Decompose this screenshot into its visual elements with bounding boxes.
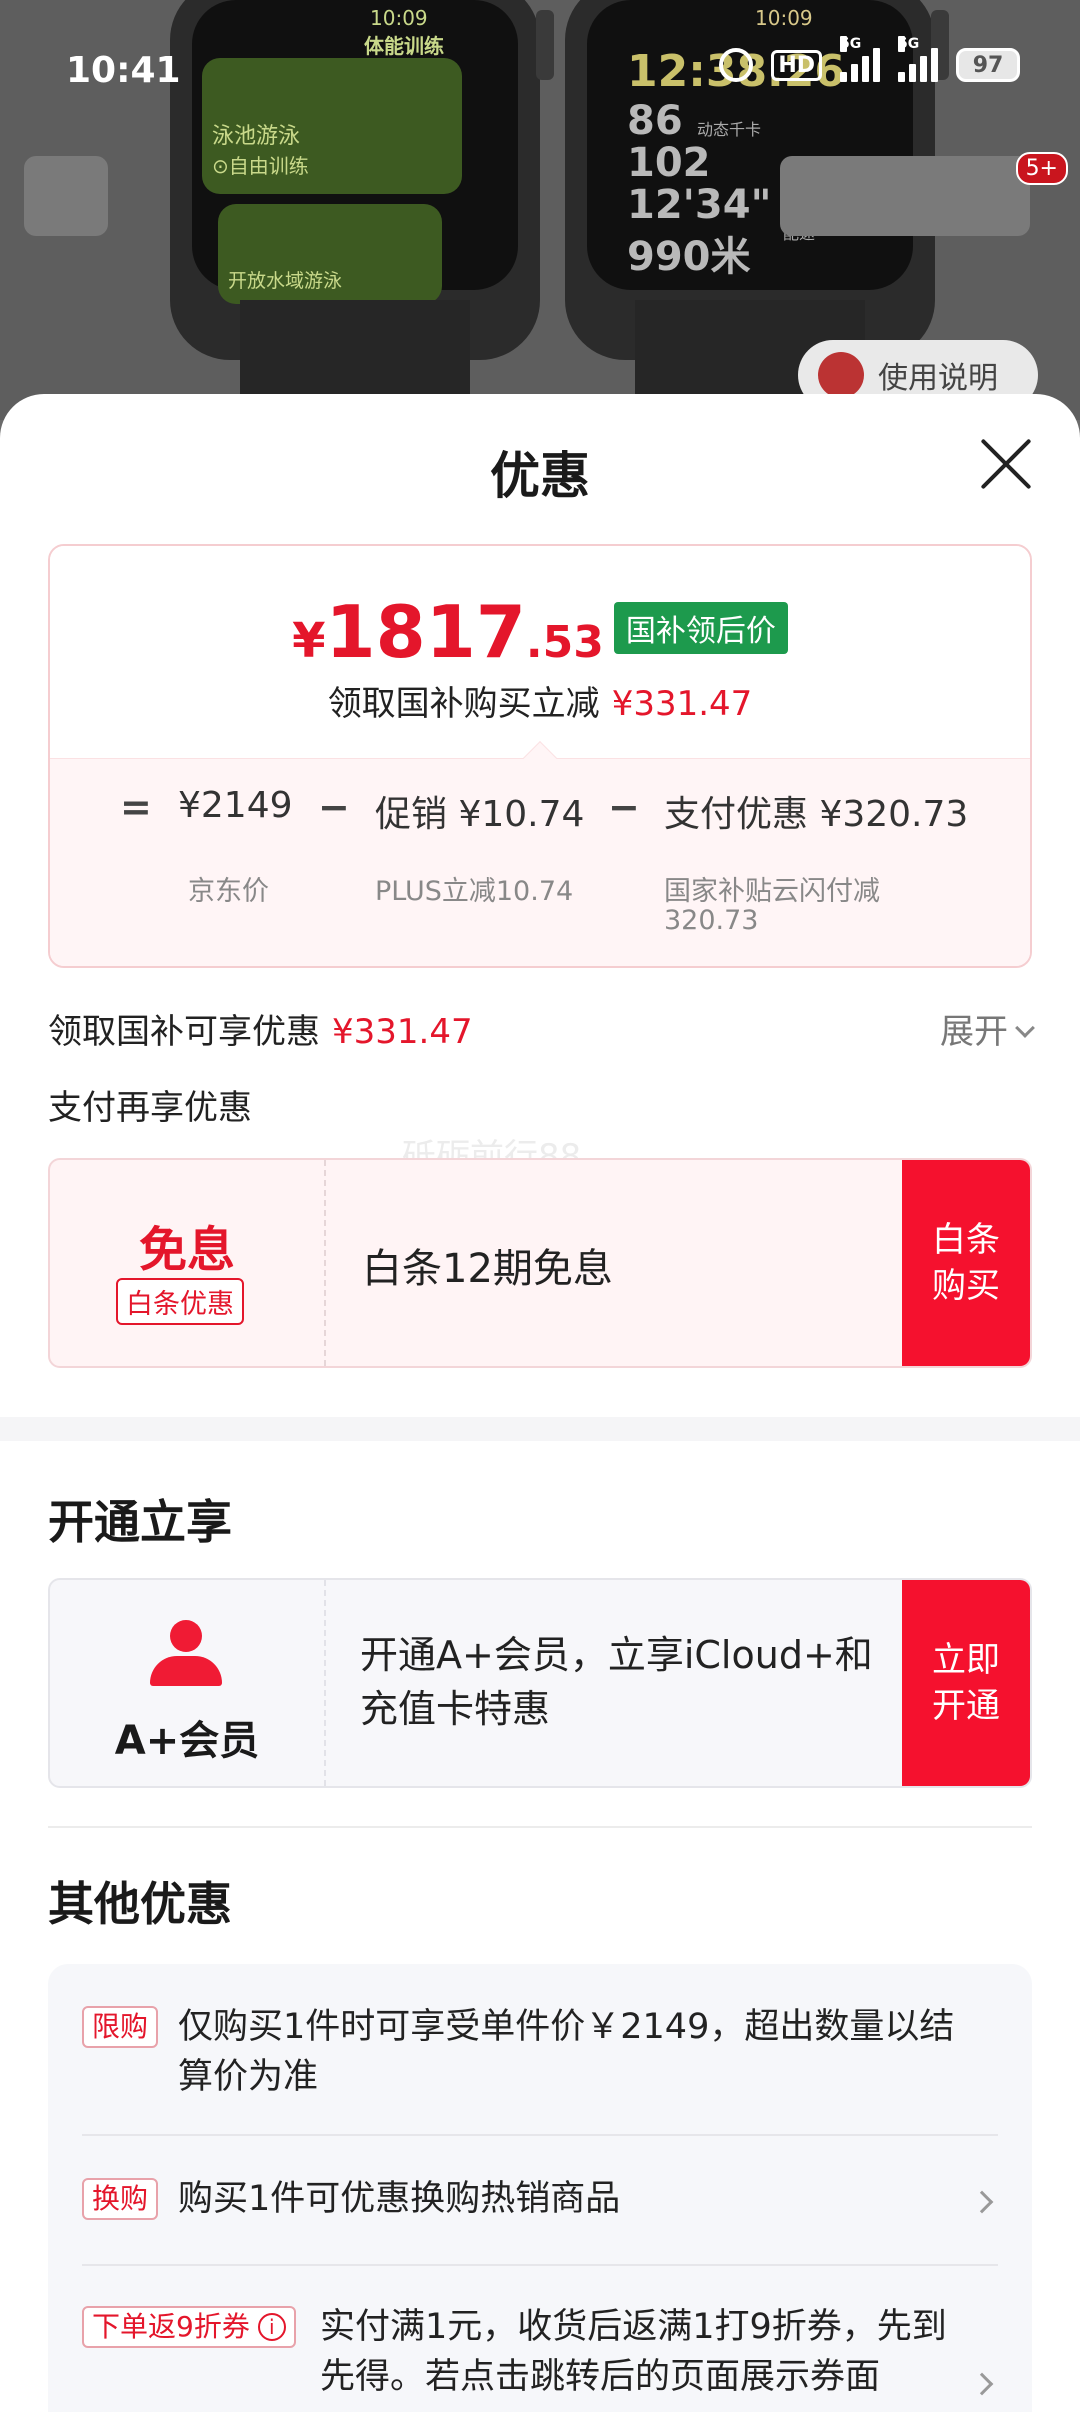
jd-price-value: ¥2149 — [178, 785, 293, 826]
list-item[interactable]: 换购 购买1件可优惠换购热销商品 — [82, 2174, 998, 2234]
price-formula: = ¥2149 京东价 − 促销 ¥10.74 PLUS立减10.74 − 支付… — [50, 758, 1030, 966]
chevron-right-icon — [970, 2372, 994, 2396]
list-item: 限购 仅购买1件时可享受单件价￥2149，超出数量以结算价为准 — [82, 2002, 998, 2102]
watch1-tile-2: 开放水域游泳 — [218, 204, 442, 304]
jd-price-label: 京东价 — [188, 876, 269, 907]
baitiao-text: 白条12期免息 — [362, 1246, 613, 1292]
membership-text: 开通A+会员，立享iCloud+和充值卡特惠 — [360, 1633, 873, 1731]
other-offers-list: 限购 仅购买1件时可享受单件价￥2149，超出数量以结算价为准 换购 购买1件可… — [48, 1964, 1032, 2412]
baitiao-main: 免息 — [138, 1222, 235, 1278]
membership-coupon: A+会员 开通A+会员，立享iCloud+和充值卡特惠 立即开通 — [48, 1578, 1032, 1788]
back-button-bg — [24, 156, 108, 236]
offer-tag: 下单返9折券 i — [82, 2306, 296, 2348]
cart-badge: 5+ — [1015, 152, 1068, 185]
equals-sign: = — [120, 785, 152, 829]
pay-discount-value: 支付优惠 ¥320.73 — [664, 794, 969, 835]
close-icon[interactable] — [976, 434, 1036, 494]
promo-label: PLUS立减10.74 — [375, 876, 574, 907]
minus-sign-2: − — [608, 785, 640, 829]
subsidy-row: 领取国补可享优惠 ¥331.47 — [48, 1012, 473, 1052]
chevron-right-icon — [970, 2190, 994, 2214]
baitiao-tag: 白条优惠 — [116, 1278, 244, 1325]
baitiao-coupon: 免息 白条优惠 白条12期免息 白条购买 — [48, 1158, 1032, 1368]
other-section-title: 其他优惠 — [48, 1877, 232, 1931]
open-membership-button[interactable]: 立即开通 — [902, 1580, 1030, 1786]
list-item[interactable]: 下单返9折券 i 实付满1元，收货后返满1打9折券，先到先得。若点击跳转后的页面展… — [82, 2302, 998, 2412]
status-bar: 10:41 HD 5G 5G 97 — [0, 0, 1080, 140]
pay-more-label: 支付再享优惠 — [48, 1088, 252, 1128]
chevron-down-icon — [1015, 1018, 1035, 1038]
alarm-icon — [719, 48, 754, 82]
open-section-title: 开通立享 — [48, 1495, 232, 1549]
member-icon — [150, 1620, 222, 1686]
final-price: ¥1817.53 国补领后价 — [50, 590, 1030, 674]
battery-icon: 97 — [956, 48, 1020, 82]
baitiao-buy-button[interactable]: 白条购买 — [902, 1160, 1030, 1366]
signal-icon: 5G — [840, 36, 880, 82]
subsidy-price-tag: 国补领后价 — [613, 602, 788, 654]
sheet-title: 优惠 — [490, 447, 590, 505]
offer-text: 实付满1元，收货后返满1打9折券，先到先得。若点击跳转后的页面展示券面 — [320, 2307, 947, 2397]
promo-value: 促销 ¥10.74 — [375, 794, 585, 835]
price-subtitle: 领取国补购买立减 ¥331.47 — [327, 684, 753, 724]
signal-icon-2: 5G — [898, 36, 938, 82]
info-icon[interactable]: i — [257, 2313, 286, 2341]
offer-tag: 换购 — [82, 2178, 159, 2220]
minus-sign: − — [318, 785, 350, 829]
membership-label: A+会员 — [114, 1718, 260, 1764]
offer-text: 仅购买1件时可享受单件价￥2149，超出数量以结算价为准 — [178, 2007, 955, 2097]
discount-sheet: 优惠 ¥1817.53 国补领后价 领取国补购买立减 ¥331.47 = ¥2149… — [0, 394, 1080, 2412]
top-actions-bg — [780, 156, 1030, 236]
offer-text: 购买1件可优惠换购热销商品 — [178, 2179, 621, 2219]
offer-tag: 限购 — [82, 2006, 159, 2048]
price-breakdown-card: ¥1817.53 国补领后价 领取国补购买立减 ¥331.47 = ¥2149 京东… — [48, 544, 1032, 968]
pay-discount-label-2: 320.73 — [664, 905, 759, 936]
expand-toggle[interactable]: 展开 — [940, 1004, 1035, 1053]
pay-discount-label: 国家补贴云闪付减 — [664, 876, 880, 907]
guide-icon — [818, 352, 864, 398]
hd-icon: HD — [771, 49, 822, 81]
status-time: 10:41 — [66, 50, 181, 91]
